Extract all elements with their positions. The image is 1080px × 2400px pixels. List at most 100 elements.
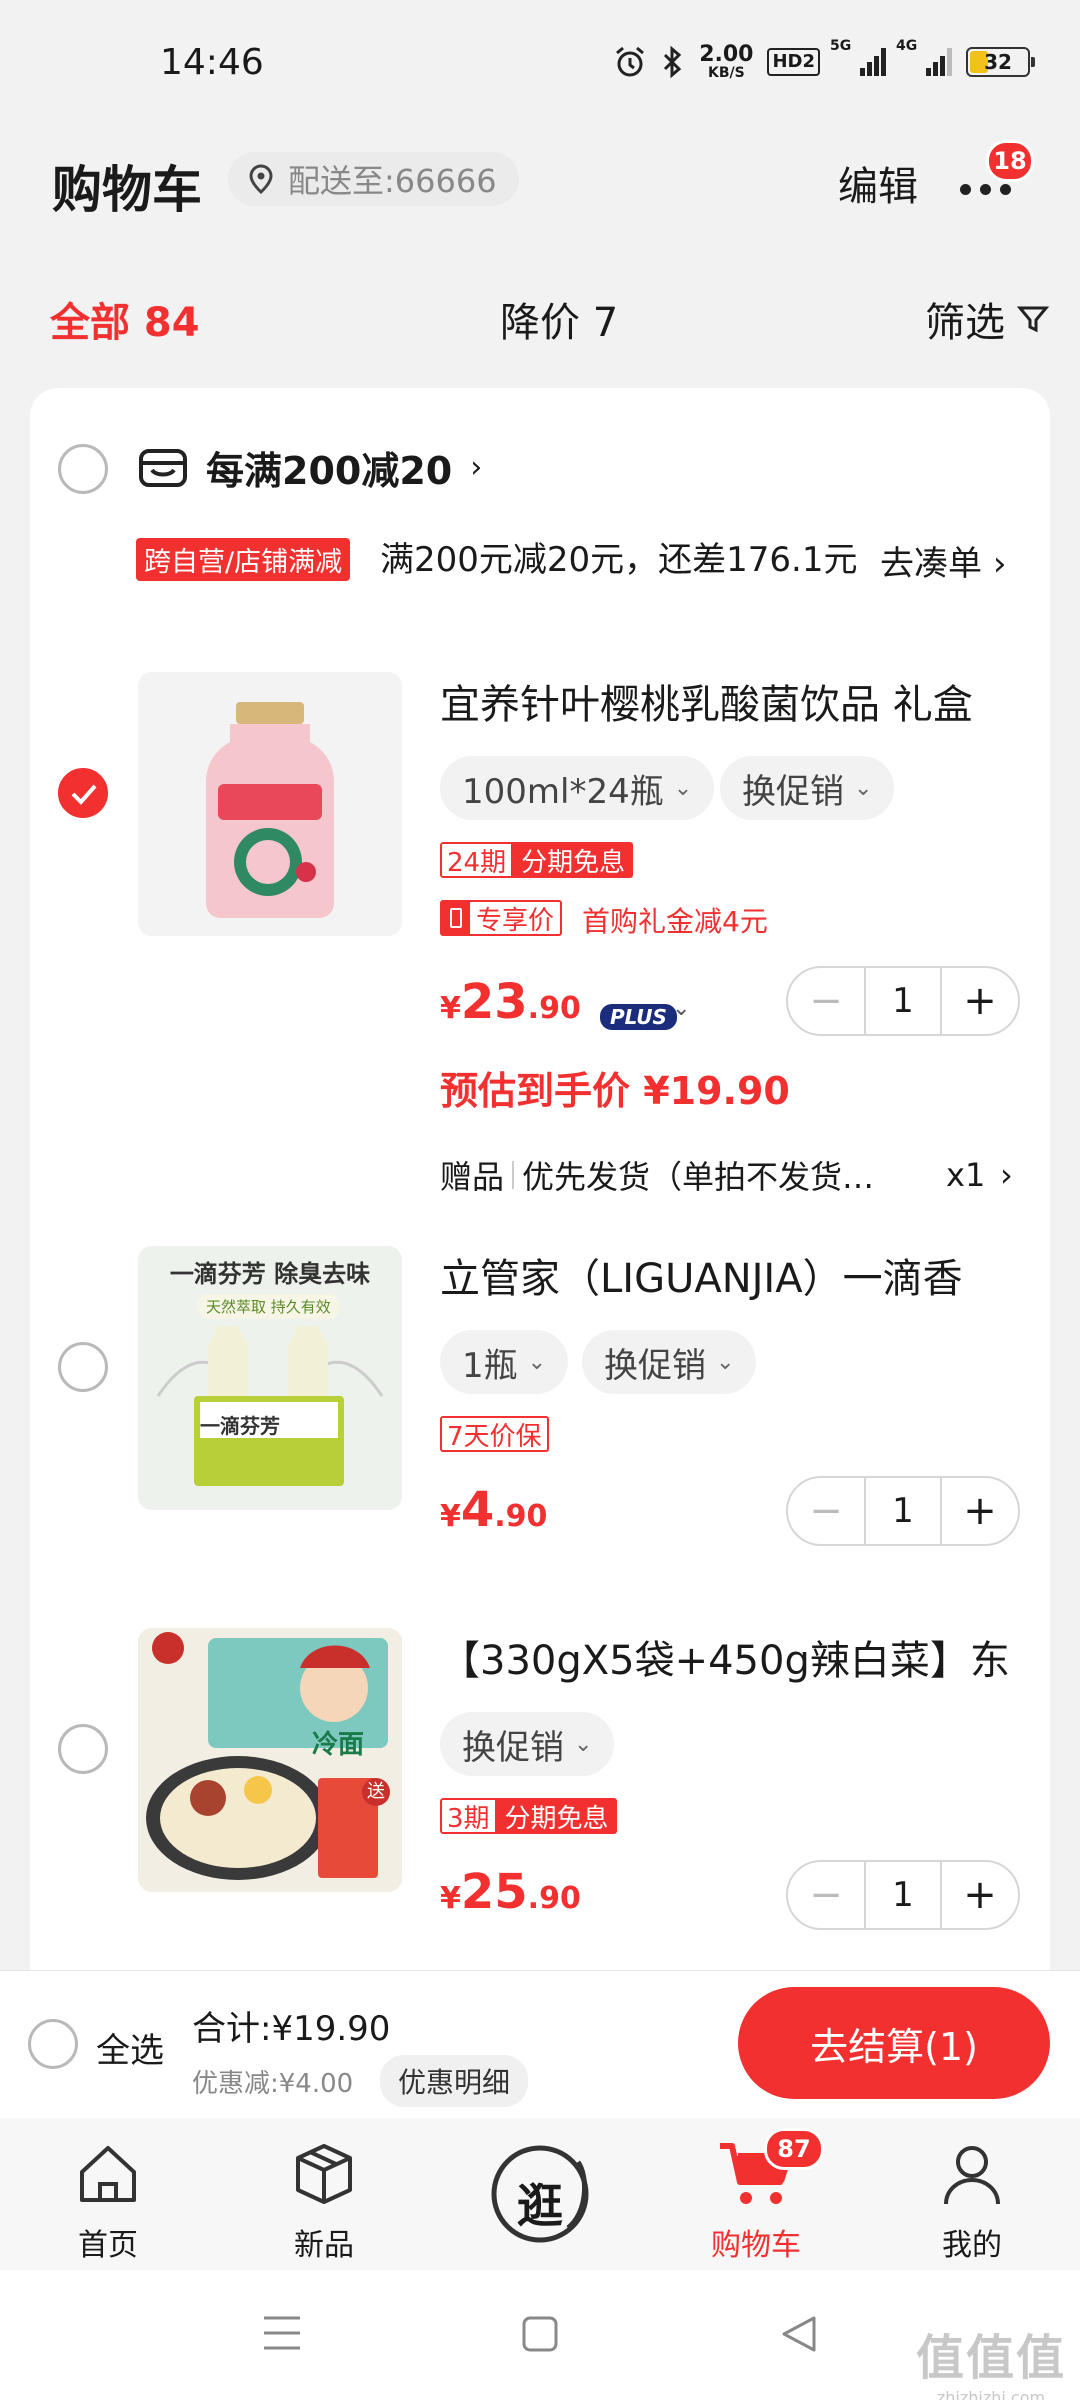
quantity-input[interactable]: 1 xyxy=(864,1862,942,1928)
chevron-right-icon: › xyxy=(470,450,483,485)
chevron-down-icon: ⌄ xyxy=(527,1349,547,1375)
signal-4g-icon: 4G xyxy=(896,38,952,76)
item-2-checkbox[interactable] xyxy=(58,1342,108,1392)
promo-desc: 满200元减20元，还差176.1元 xyxy=(380,540,858,580)
cart-card: 每满200减20 › 跨自营/店铺满减 满200元减20元，还差176.1元 去… xyxy=(30,388,1050,1998)
item-1-promo-chip[interactable]: 换促销 ⌄ xyxy=(720,756,895,820)
item-3-promo-chip[interactable]: 换促销 ⌄ xyxy=(440,1712,615,1776)
promo-header[interactable]: 每满200减20 › xyxy=(138,440,482,495)
item-2-promo-chip[interactable]: 换促销 ⌄ xyxy=(582,1330,757,1394)
tab-all[interactable]: 全部 84 xyxy=(50,290,200,348)
tab-me[interactable]: 我的 xyxy=(882,2118,1062,2270)
checkout-bar: 全选 合计:¥19.90 优惠减:¥4.00 优惠明细 去结算(1) xyxy=(0,1970,1080,2118)
battery-icon: 32 xyxy=(966,47,1035,77)
item-3-quantity-stepper: − 1 + xyxy=(786,1860,1020,1930)
user-icon xyxy=(944,2146,1000,2205)
alarm-icon xyxy=(616,46,645,77)
item-1-installment-tag: 24期 分期免息 xyxy=(440,842,634,878)
item-1-spec-chip[interactable]: 100ml*24瓶 ⌄ xyxy=(440,756,715,820)
bottom-tab-bar: 首页 新品 逛 购物车 87 我的 xyxy=(0,2118,1080,2270)
item-3-image-label: 冷面 xyxy=(312,1730,365,1760)
item-3-image[interactable]: 冷面 送 xyxy=(138,1628,402,1892)
chevron-down-icon: ⌄ xyxy=(574,1731,593,1757)
quantity-input[interactable]: 1 xyxy=(864,1478,942,1544)
increase-button[interactable]: + xyxy=(942,968,1018,1034)
tab-browse[interactable]: 逛 xyxy=(450,2118,630,2270)
phone-icon xyxy=(442,902,470,934)
decrease-button[interactable]: − xyxy=(788,968,864,1034)
chevron-down-icon: ⌄ xyxy=(854,775,873,801)
item-2-image-label: 一滴芬芳 xyxy=(200,1414,280,1438)
back-icon[interactable] xyxy=(780,2314,818,2354)
edit-button[interactable]: 编辑 xyxy=(838,154,918,212)
decrease-button[interactable]: − xyxy=(788,1862,864,1928)
tab-new[interactable]: 新品 xyxy=(234,2118,414,2270)
increase-button[interactable]: + xyxy=(942,1478,1018,1544)
item-2-guarantee-tag: 7天价保 xyxy=(440,1416,549,1452)
promo-title: 每满200减20 xyxy=(206,449,453,493)
quantity-input[interactable]: 1 xyxy=(864,968,942,1034)
item-2-image-sub: 天然萃取 持久有效 xyxy=(198,1294,339,1319)
increase-button[interactable]: + xyxy=(942,1862,1018,1928)
hd-icon: HD2 xyxy=(767,48,820,76)
tab-price-drop[interactable]: 降价 7 xyxy=(500,290,618,348)
menu-icon[interactable] xyxy=(262,2314,302,2352)
watermark: 值值值 zhizhizhi.com xyxy=(915,2330,1066,2400)
shop-icon xyxy=(139,448,187,487)
promo-group-checkbox[interactable] xyxy=(58,444,108,494)
home-square-icon[interactable] xyxy=(522,2316,558,2352)
item-1-gift-row[interactable]: 赠品 优先发货（单拍不发货… x1 › xyxy=(440,1150,1040,1200)
tab-home[interactable]: 首页 xyxy=(18,2118,198,2270)
item-1-image[interactable] xyxy=(138,672,402,936)
item-3-title[interactable]: 【330gX5袋+450g辣白菜】东 xyxy=(440,1628,1030,1686)
chevron-right-icon: › xyxy=(1000,1156,1013,1194)
filter-icon xyxy=(1017,306,1049,333)
signal-5g-icon: 5G xyxy=(830,38,886,76)
more-button[interactable]: 18 xyxy=(958,140,1034,204)
location-pin-icon xyxy=(249,164,273,194)
gift-label: 赠品 xyxy=(440,1158,505,1196)
filter-button[interactable]: 筛选 xyxy=(925,290,1049,348)
chevron-down-icon: ⌄ xyxy=(673,775,693,801)
tab-cart[interactable]: 购物车 87 xyxy=(666,2118,846,2270)
status-bar: 14:46 2.00 KB/S HD2 5G 4G 32 xyxy=(0,0,1080,130)
more-icon xyxy=(960,184,971,195)
item-1-price: ¥ 23 .90 xyxy=(440,974,581,1030)
item-2-title[interactable]: 立管家（LIGUANJIA）一滴香 xyxy=(440,1246,1030,1304)
box-icon xyxy=(296,2144,352,2204)
header: 购物车 配送至:66666 编辑 18 xyxy=(0,130,1080,240)
cart-badge: 87 xyxy=(764,2128,824,2170)
add-more-link[interactable]: 去凑单 › xyxy=(880,536,1006,585)
item-3-price: ¥ 25 .90 xyxy=(440,1864,581,1920)
select-all-checkbox[interactable] xyxy=(28,2019,78,2069)
item-3-checkbox[interactable] xyxy=(58,1724,108,1774)
gift-text: 优先发货（单拍不发货… xyxy=(522,1158,875,1196)
status-icons: 2.00 KB/S HD2 5G 4G 32 xyxy=(613,38,1035,80)
item-1-coupon-text: 首购礼金减4元 xyxy=(582,905,768,938)
item-1-checkbox[interactable] xyxy=(58,768,108,818)
item-2-image-banner: 一滴芬芳 除臭去味 xyxy=(169,1260,371,1288)
item-3-installment-tag: 3期 分期免息 xyxy=(440,1798,617,1834)
discount-amount: 优惠减:¥4.00 xyxy=(192,2069,354,2099)
cart-filter-tabs: 全部 84 降价 7 筛选 xyxy=(0,270,1080,360)
item-1-title[interactable]: 宜养针叶樱桃乳酸菌饮品 礼盒 xyxy=(440,672,1030,730)
page-title: 购物车 xyxy=(52,161,202,219)
message-badge: 18 xyxy=(986,140,1034,182)
item-2-spec-chip[interactable]: 1瓶 ⌄ xyxy=(440,1330,569,1394)
home-icon xyxy=(80,2146,136,2202)
delivery-address[interactable]: 配送至:66666 xyxy=(228,152,519,206)
item-1-exclusive-tag: 专享价 xyxy=(440,900,563,936)
discount-detail-button[interactable]: 优惠明细 xyxy=(380,2055,529,2107)
decrease-button[interactable]: − xyxy=(788,1478,864,1544)
item-2-image[interactable]: 一滴芬芳 除臭去味 天然萃取 持久有效 一滴芬芳 xyxy=(138,1246,402,1510)
checkout-button[interactable]: 去结算(1) xyxy=(738,1987,1050,2099)
select-all-label[interactable]: 全选 xyxy=(96,2023,164,2072)
browse-label: 逛 xyxy=(517,2179,563,2233)
total-amount: 合计:¥19.90 xyxy=(192,2009,391,2049)
item-2-quantity-stepper: − 1 + xyxy=(786,1476,1020,1546)
plus-badge: PLUS xyxy=(600,1004,677,1030)
chevron-down-icon[interactable]: ⌄ xyxy=(672,996,690,1021)
promo-tag: 跨自营/店铺满减 xyxy=(136,538,351,581)
chevron-right-icon: › xyxy=(992,544,1007,584)
check-icon xyxy=(71,784,97,805)
